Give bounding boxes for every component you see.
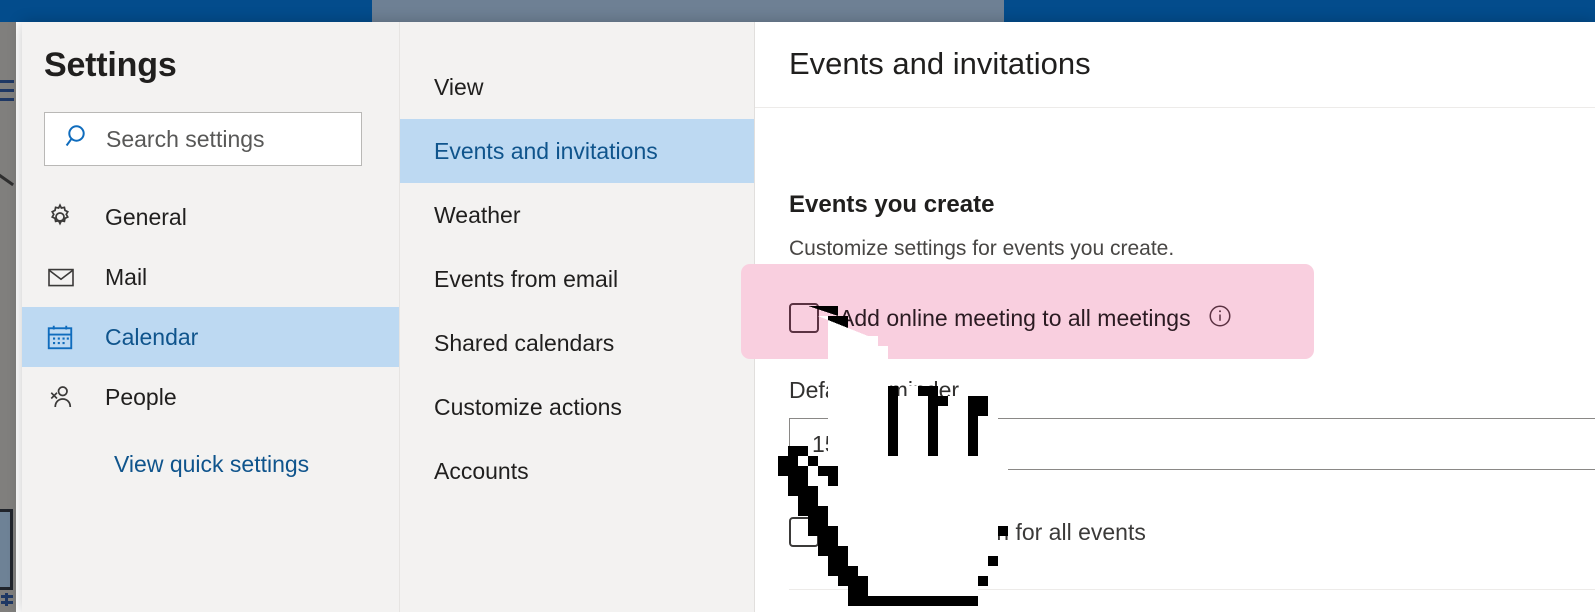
default-reminder-dropdown[interactable]: 15 minutes	[789, 418, 1595, 470]
settings-nav-list: General Mail Calendar People	[22, 187, 399, 427]
calendar-icon	[45, 322, 79, 352]
hamburger-menu-icon[interactable]	[0, 80, 14, 102]
shorten-duration-row[interactable]: Shorten duration for all events	[789, 514, 1595, 550]
gear-icon	[45, 202, 79, 232]
category-item-events-and-invitations[interactable]: Events and invitations	[400, 119, 754, 183]
category-item-view[interactable]: View	[400, 55, 754, 119]
sidebar-item-general[interactable]: General	[22, 187, 399, 247]
sidebar-item-mail[interactable]: Mail	[22, 247, 399, 307]
envelope-icon	[45, 261, 79, 293]
screen: Settings Search settings General Mail Ca…	[0, 0, 1595, 612]
default-reminder-value: 15 minutes	[812, 430, 925, 457]
category-item-customize-actions[interactable]: Customize actions	[400, 375, 754, 439]
sidebar-item-people[interactable]: People	[22, 367, 399, 427]
rail-bottom-icon[interactable]	[1, 593, 13, 607]
view-quick-settings-link[interactable]: View quick settings	[114, 451, 399, 478]
sidebar-item-label: Mail	[105, 263, 148, 290]
app-top-bar	[0, 0, 1595, 22]
detail-pane: Events and invitations Events you create…	[741, 22, 1595, 612]
detail-body: Events you create Customize settings for…	[755, 191, 1595, 550]
sidebar-item-label: General	[105, 203, 187, 230]
category-item-weather[interactable]: Weather	[400, 183, 754, 247]
default-reminder-label: Default reminder	[789, 377, 960, 403]
section-heading: Events you create	[789, 191, 995, 218]
category-item-events-from-email[interactable]: Events from email	[400, 247, 754, 311]
settings-panel: Settings Search settings General Mail Ca…	[22, 22, 1595, 612]
rail-panel-fragment	[0, 509, 13, 590]
section-divider	[789, 589, 1595, 590]
sidebar-item-label: People	[105, 383, 177, 410]
people-icon	[45, 382, 79, 412]
shorten-duration-checkbox[interactable]	[789, 517, 819, 547]
category-item-shared-calendars[interactable]: Shared calendars	[400, 311, 754, 375]
app-top-search-bar[interactable]	[372, 0, 1004, 22]
search-input-placeholder: Search settings	[106, 125, 265, 152]
settings-title: Settings	[44, 46, 177, 84]
add-online-meeting-row[interactable]: Add online meeting to all meetings	[789, 300, 1595, 336]
app-left-rail	[0, 22, 16, 612]
page-title: Events and invitations	[789, 46, 1091, 81]
search-icon	[65, 123, 92, 155]
category-item-accounts[interactable]: Accounts	[400, 439, 754, 503]
sidebar-item-label: Calendar	[105, 323, 199, 350]
category-list-column: View Events and invitations Weather Even…	[400, 22, 755, 612]
add-online-meeting-checkbox[interactable]	[789, 303, 819, 333]
shorten-duration-label: Shorten duration for all events	[839, 518, 1146, 545]
add-online-meeting-label: Add online meeting to all meetings	[839, 304, 1191, 331]
settings-nav-column: Settings Search settings General Mail Ca…	[22, 22, 400, 612]
info-icon[interactable]	[1207, 303, 1233, 334]
sidebar-item-calendar[interactable]: Calendar	[22, 307, 399, 367]
rail-diagonal-decoration	[0, 170, 14, 192]
section-description: Customize settings for events you create…	[789, 237, 1175, 260]
title-divider	[755, 107, 1595, 108]
search-settings-input[interactable]: Search settings	[44, 112, 362, 166]
